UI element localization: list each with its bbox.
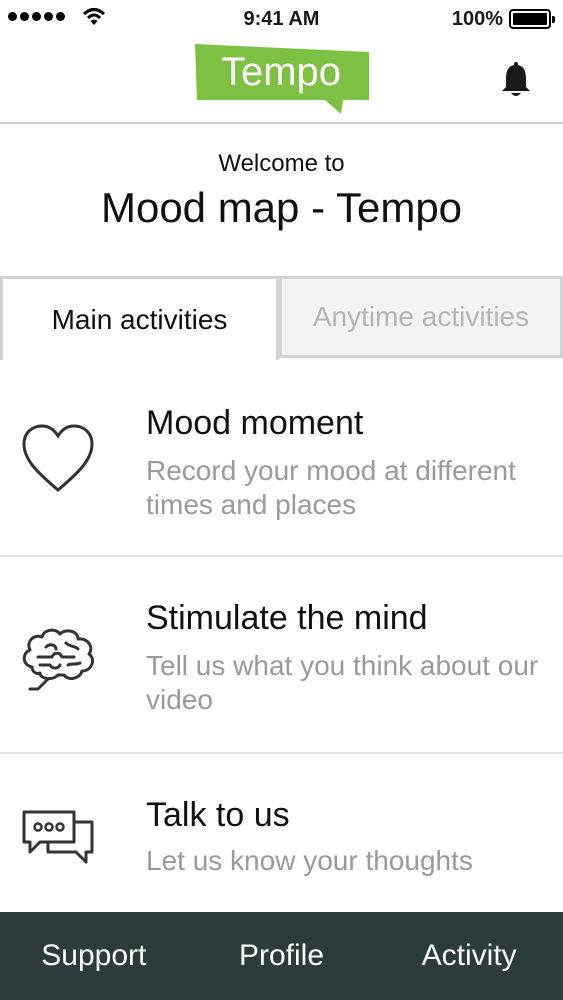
chat-bubbles-icon [22, 810, 94, 864]
bell-icon[interactable] [499, 61, 533, 99]
welcome-text: Welcome to [218, 150, 345, 177]
logo-text: Tempo [220, 50, 342, 94]
nav-support[interactable]: Support [0, 939, 188, 973]
bottom-nav: Support Profile Activity [0, 912, 563, 1000]
tab-main-activities[interactable]: Main activities [0, 276, 279, 360]
page-title: Mood map - Tempo [100, 184, 463, 231]
battery-percentage: 100% [451, 8, 503, 30]
activity-description: Let us know your thoughts [146, 845, 473, 876]
activity-title: Talk to us [146, 796, 290, 834]
activity-list: Mood moment Record your mood at differen… [0, 360, 563, 951]
activity-tabs: Main activities Anytime activities [0, 276, 563, 360]
heart-icon [22, 424, 94, 492]
tempo-logo: Tempo [193, 44, 371, 116]
activity-title: Stimulate the mind [146, 599, 428, 637]
app-header: Tempo [0, 38, 563, 124]
status-bar: 9:41 AM 100% [0, 0, 563, 38]
battery-icon [509, 9, 555, 29]
brain-icon [22, 628, 94, 691]
activity-description: Tell us what you think about our video [146, 650, 539, 715]
activity-item-mood-moment[interactable]: Mood moment Record your mood at differen… [0, 360, 563, 557]
activity-title: Mood moment [146, 404, 364, 442]
activity-item-stimulate-the-mind[interactable]: Stimulate the mind Tell us what you thin… [0, 557, 563, 754]
nav-profile[interactable]: Profile [188, 939, 376, 973]
activity-description: Record your mood at different times and … [146, 455, 516, 520]
nav-activity[interactable]: Activity [375, 939, 563, 973]
tab-anytime-activities[interactable]: Anytime activities [279, 276, 563, 358]
